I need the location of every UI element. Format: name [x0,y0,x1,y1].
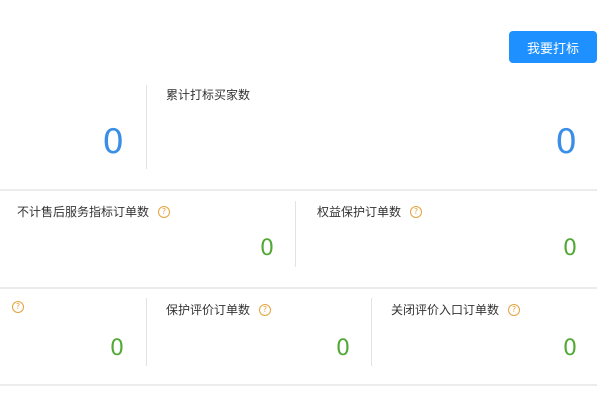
divider [371,298,372,366]
closed-review-entry-orders-label: 关闭评价入口订单数 ? [391,301,521,318]
mark-button[interactable]: 我要打标 [509,31,597,63]
label-text: 关闭评价入口订单数 [391,303,500,317]
protected-review-orders-value: 0 [336,336,350,361]
question-circle-icon[interactable]: ? [158,205,171,218]
question-circle-icon[interactable]: ? [259,303,272,316]
divider [146,298,147,366]
cumulative-marked-buyers-value: 0 [555,122,577,162]
row-divider [0,384,597,386]
row-divider [0,287,597,289]
cumulative-marked-buyers-label: 累计打标买家数 [166,88,251,102]
question-circle-icon[interactable]: ? [508,303,521,316]
question-circle-icon[interactable]: ? [410,205,423,218]
stat-value: 0 [110,336,124,361]
excluded-aftersale-orders-value: 0 [260,236,274,261]
divider [295,201,296,267]
protected-review-orders-label: 保护评价订单数 ? [166,301,272,318]
rights-protection-orders-value: 0 [563,236,577,261]
stat-value: 0 [102,122,124,162]
label-text: 权益保护订单数 [317,205,402,219]
divider [146,85,147,169]
truncated-stat-label: ? [0,301,24,313]
rights-protection-orders-label: 权益保护订单数 ? [317,203,423,220]
label-text: 不计售后服务指标订单数 [17,205,150,219]
excluded-aftersale-orders-label: 不计售后服务指标订单数 ? [17,203,171,220]
closed-review-entry-orders-value: 0 [563,336,577,361]
label-text: 保护评价订单数 [166,303,251,317]
question-circle-icon[interactable]: ? [12,301,24,313]
row-divider [0,189,597,191]
